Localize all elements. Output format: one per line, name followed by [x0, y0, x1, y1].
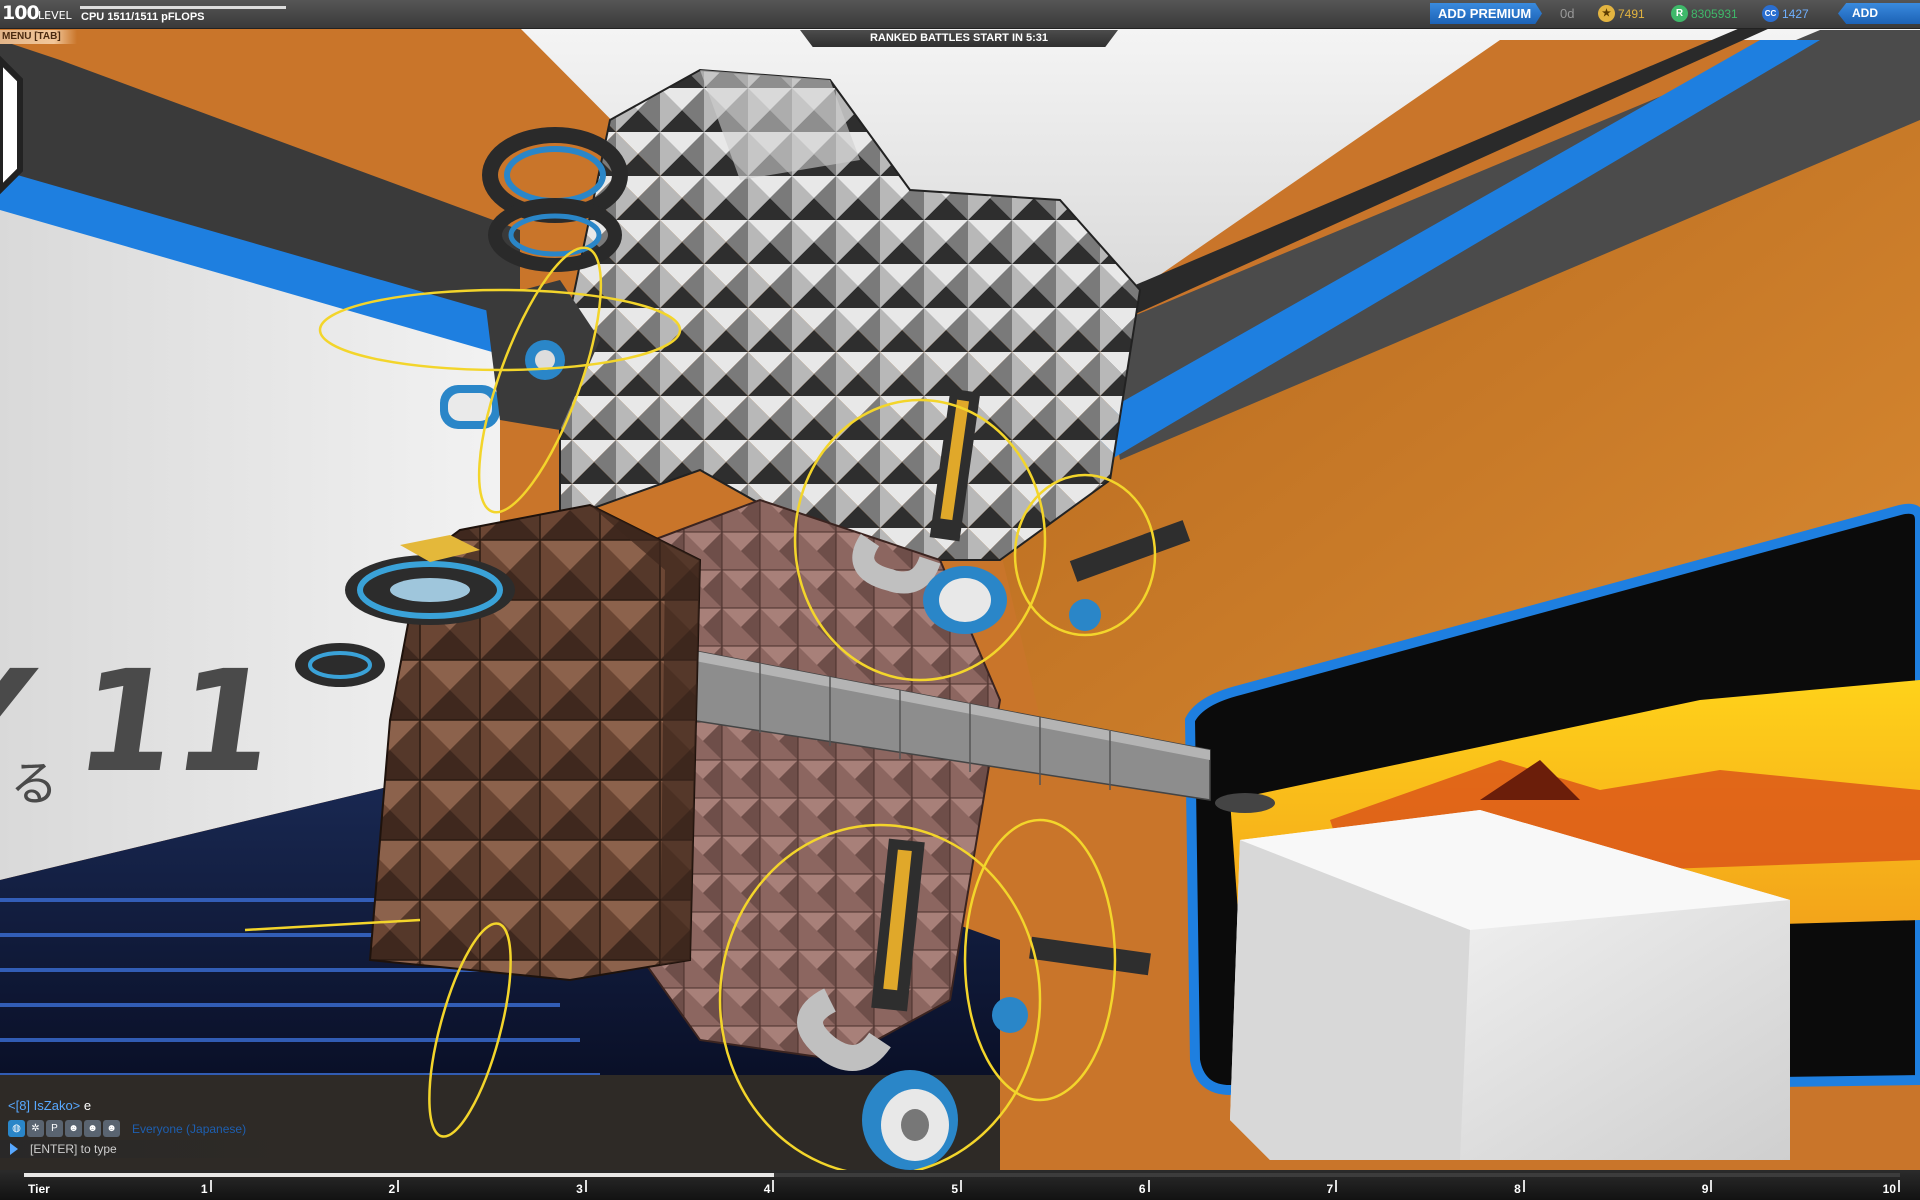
chat-prompt-icon: [10, 1143, 18, 1155]
robits-counter: R 8305931: [1671, 5, 1738, 22]
premium-days: 0d: [1560, 6, 1575, 21]
tech-points-icon: ★: [1598, 5, 1615, 22]
tier-tick: [584, 1180, 587, 1192]
robits-value: 8305931: [1691, 6, 1738, 21]
chat-message: <[8] IsZako> e: [8, 1098, 91, 1113]
chat-input[interactable]: [ENTER] to type: [0, 1140, 300, 1158]
chat-text: e: [83, 1098, 92, 1113]
add-funds-button[interactable]: ADD FUNDS: [1838, 3, 1920, 24]
tier-tick: [960, 1180, 962, 1192]
tier-marker: 2: [388, 1182, 396, 1196]
cpu-readout: CPU 1511/1511 pFLOPS: [81, 11, 205, 23]
top-bar: 100 LEVEL CPU 1511/1511 pFLOPS ADD PREMI…: [0, 0, 1920, 29]
menu-button[interactable]: MENU [TAB]: [0, 30, 77, 44]
cosmetic-credits-value: 1427: [1782, 6, 1809, 21]
tier-track: [24, 1173, 1900, 1177]
tier-progress-bar: Tier 1 2 3 4 5 6 7 8 9 10: [0, 1170, 1920, 1200]
tier-marker: 5: [951, 1182, 958, 1196]
chat-placeholder: [ENTER] to type: [30, 1142, 117, 1156]
tier-fill: [24, 1173, 775, 1177]
tier-tick: [1335, 1180, 1338, 1192]
tier-label: Tier: [28, 1182, 50, 1196]
chat-sender: <[8] IsZako>: [8, 1098, 81, 1113]
tier-tick: [772, 1180, 775, 1192]
tier-marker: 8: [1514, 1182, 1521, 1196]
tier-marker: 9: [1701, 1182, 1709, 1196]
chat-user3-icon[interactable]: ☻: [103, 1120, 120, 1137]
tier-tick: [1710, 1180, 1713, 1192]
tier-tick: [1898, 1180, 1900, 1192]
tier-marker: 6: [1138, 1182, 1146, 1196]
tier-tick: [397, 1180, 400, 1192]
tech-points-counter: ★ 7491: [1598, 5, 1645, 22]
wall-subtext: る: [10, 756, 58, 812]
tier-tick: [1147, 1180, 1150, 1192]
tech-points-value: 7491: [1618, 6, 1645, 21]
chat-user2-icon[interactable]: ☻: [84, 1120, 101, 1137]
cpu-meter: [80, 6, 286, 9]
cosmetic-credits-counter: CC 1427: [1762, 5, 1809, 22]
chat-toolbar: ◍ ✲ P ☻ ☻ ☻ Everyone (Japanese): [8, 1120, 246, 1137]
player-level-value: 100: [2, 2, 40, 24]
garage-view: Y 11 る: [0, 28, 1920, 1177]
tier-tick: [1522, 1180, 1525, 1192]
chat-user1-icon[interactable]: ☻: [65, 1120, 82, 1137]
tier-marker: 3: [576, 1182, 583, 1196]
tier-marker: 7: [1326, 1182, 1334, 1196]
chat-globe-icon[interactable]: ◍: [8, 1120, 25, 1137]
tier-marker: 4: [763, 1182, 771, 1196]
chat-channel[interactable]: Everyone (Japanese): [132, 1122, 246, 1136]
ranked-countdown: RANKED BATTLES START IN 5:31: [800, 30, 1118, 47]
tier-marker: 1: [200, 1182, 208, 1196]
player-level-label: LEVEL: [38, 9, 72, 22]
tier-tick: [209, 1180, 212, 1192]
add-premium-button[interactable]: ADD PREMIUM: [1430, 3, 1542, 24]
robits-icon: R: [1671, 5, 1688, 22]
cosmetic-credits-icon: CC: [1762, 5, 1779, 22]
chat-party-icon[interactable]: P: [46, 1120, 63, 1137]
chat-wheel-icon[interactable]: ✲: [27, 1120, 44, 1137]
garage-scene: Y 11 る: [0, 0, 1920, 1200]
tier-marker: 10: [1882, 1182, 1896, 1196]
